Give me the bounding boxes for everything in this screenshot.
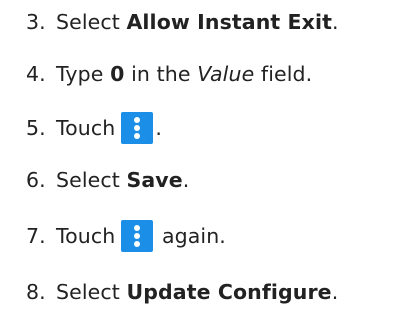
step-8: 8. Select Update Configure. [26,275,338,309]
step-text: Touch [56,116,116,140]
more-vert-icon [121,112,154,144]
step-3: 3. Select Allow Instant Exit. [26,5,339,39]
step-number: 5. [26,116,46,140]
step-text: . [332,10,339,34]
step-text: . [331,280,339,304]
step-text: field. [260,62,313,86]
step-text: in the [131,62,191,86]
step-7: 7. Touch again. [26,219,226,253]
step-6: 6. Select Save. [26,163,189,197]
ui-term-update-configure: Update Configure [126,280,332,304]
step-text: Select [56,168,120,192]
more-vert-icon [121,220,154,252]
step-number: 3. [26,10,46,34]
typed-value: 0 [110,62,125,86]
step-number: 6. [26,168,46,192]
step-text: Select [56,10,120,34]
ui-term-allow-instant-exit: Allow Instant Exit [126,10,332,34]
step-text: again. [161,224,226,248]
field-name-value: Value [197,62,255,86]
step-text: . [182,168,190,192]
step-4: 4. Type 0 in the Value field. [26,57,312,91]
step-number: 7. [26,224,46,248]
step-text: Type [56,62,104,86]
ui-term-save: Save [126,168,183,192]
step-text: Touch [56,224,116,248]
step-number: 8. [26,280,46,304]
step-text: . [155,116,162,140]
step-text: Select [56,280,120,304]
step-number: 4. [26,62,46,86]
step-5: 5. Touch . [26,111,162,145]
